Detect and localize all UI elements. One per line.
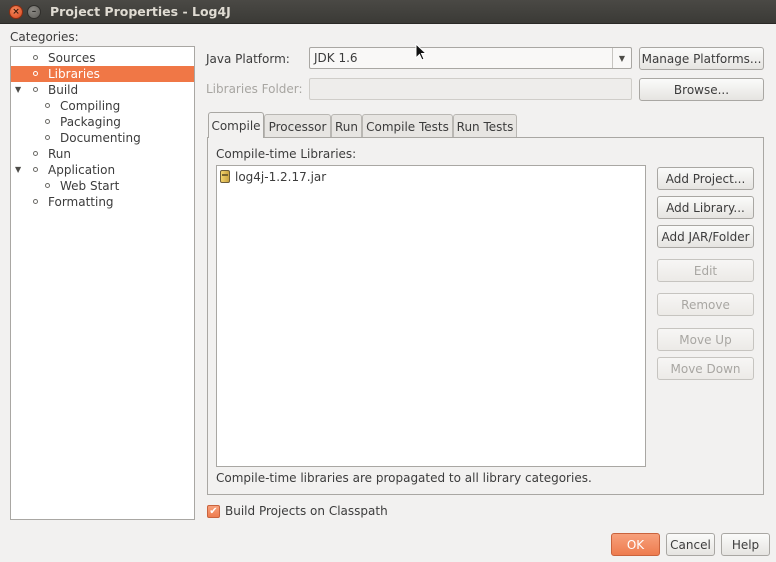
tree-item-libraries[interactable]: Libraries [11, 66, 194, 82]
add-library-button[interactable]: Add Library... [657, 196, 754, 219]
build-on-classpath-checkbox[interactable]: ✔ [207, 505, 220, 518]
tree-item-label: Build [48, 83, 79, 97]
ok-button[interactable]: OK [611, 533, 660, 556]
java-platform-value: JDK 1.6 [314, 51, 358, 65]
bullet-icon [33, 55, 38, 60]
tree-item-sources[interactable]: Sources [11, 50, 194, 66]
tree-item-label: Libraries [48, 67, 100, 81]
add-project-button[interactable]: Add Project... [657, 167, 754, 190]
bullet-icon [45, 119, 50, 124]
jar-icon [220, 170, 230, 183]
tree-item-label: Application [48, 163, 116, 177]
tab-compile[interactable]: Compile [208, 112, 264, 138]
bullet-icon [33, 151, 38, 156]
tab-processor[interactable]: Processor [264, 114, 331, 138]
remove-button[interactable]: Remove [657, 293, 754, 316]
bullet-icon [33, 71, 38, 76]
build-on-classpath-label[interactable]: Build Projects on Classpath [225, 504, 388, 518]
add-jar-folder-button[interactable]: Add JAR/Folder [657, 225, 754, 248]
tree-item-label: Packaging [60, 115, 121, 129]
tree-item-label: Web Start [60, 179, 120, 193]
java-platform-label: Java Platform: [206, 52, 290, 66]
expand-arrow-icon[interactable]: ▼ [15, 162, 21, 178]
compile-libraries-label: Compile-time Libraries: [216, 147, 357, 161]
window-titlebar[interactable]: × – Project Properties - Log4J [0, 0, 776, 24]
libraries-folder-field [309, 78, 632, 100]
bullet-icon [33, 87, 38, 92]
move-down-button[interactable]: Move Down [657, 357, 754, 380]
bullet-icon [45, 103, 50, 108]
tree-item-build[interactable]: ▼ Build [11, 82, 194, 98]
tab-compile-tests[interactable]: Compile Tests [362, 114, 453, 138]
library-name: log4j-1.2.17.jar [235, 169, 327, 184]
tab-run[interactable]: Run [331, 114, 362, 138]
tree-item-formatting[interactable]: Formatting [11, 194, 194, 210]
browse-button[interactable]: Browse... [639, 78, 764, 101]
bullet-icon [45, 135, 50, 140]
tree-item-label: Formatting [48, 195, 114, 209]
java-platform-select[interactable]: JDK 1.6 ▼ [309, 47, 632, 69]
tree-item-label: Run [48, 147, 72, 161]
window-title: Project Properties - Log4J [50, 4, 231, 19]
expand-arrow-icon[interactable]: ▼ [15, 82, 21, 98]
libraries-folder-label: Libraries Folder: [206, 82, 303, 96]
compile-libraries-list[interactable]: log4j-1.2.17.jar [216, 165, 646, 467]
help-button[interactable]: Help [721, 533, 770, 556]
minimize-icon[interactable]: – [27, 5, 41, 19]
list-item[interactable]: log4j-1.2.17.jar [220, 168, 326, 185]
tree-item-label: Documenting [60, 131, 141, 145]
tab-run-tests[interactable]: Run Tests [453, 114, 517, 138]
cancel-button[interactable]: Cancel [666, 533, 715, 556]
tree-item-label: Compiling [60, 99, 121, 113]
bullet-icon [33, 167, 38, 172]
manage-platforms-button[interactable]: Manage Platforms... [639, 47, 764, 70]
tree-item-compiling[interactable]: Compiling [11, 98, 194, 114]
bullet-icon [33, 199, 38, 204]
tree-item-web-start[interactable]: Web Start [11, 178, 194, 194]
tree-item-packaging[interactable]: Packaging [11, 114, 194, 130]
tree-item-application[interactable]: ▼ Application [11, 162, 194, 178]
compile-footer-note: Compile-time libraries are propagated to… [216, 471, 592, 485]
tree-item-run[interactable]: Run [11, 146, 194, 162]
close-icon[interactable]: × [9, 5, 23, 19]
tree-item-documenting[interactable]: Documenting [11, 130, 194, 146]
mouse-cursor-icon [415, 43, 428, 61]
bullet-icon [45, 183, 50, 188]
edit-button[interactable]: Edit [657, 259, 754, 282]
chevron-down-icon[interactable]: ▼ [612, 48, 631, 68]
move-up-button[interactable]: Move Up [657, 328, 754, 351]
categories-tree[interactable]: Sources Libraries ▼ Build Compiling Packaging… [10, 46, 195, 520]
categories-label: Categories: [10, 30, 79, 44]
tree-item-label: Sources [48, 51, 96, 65]
